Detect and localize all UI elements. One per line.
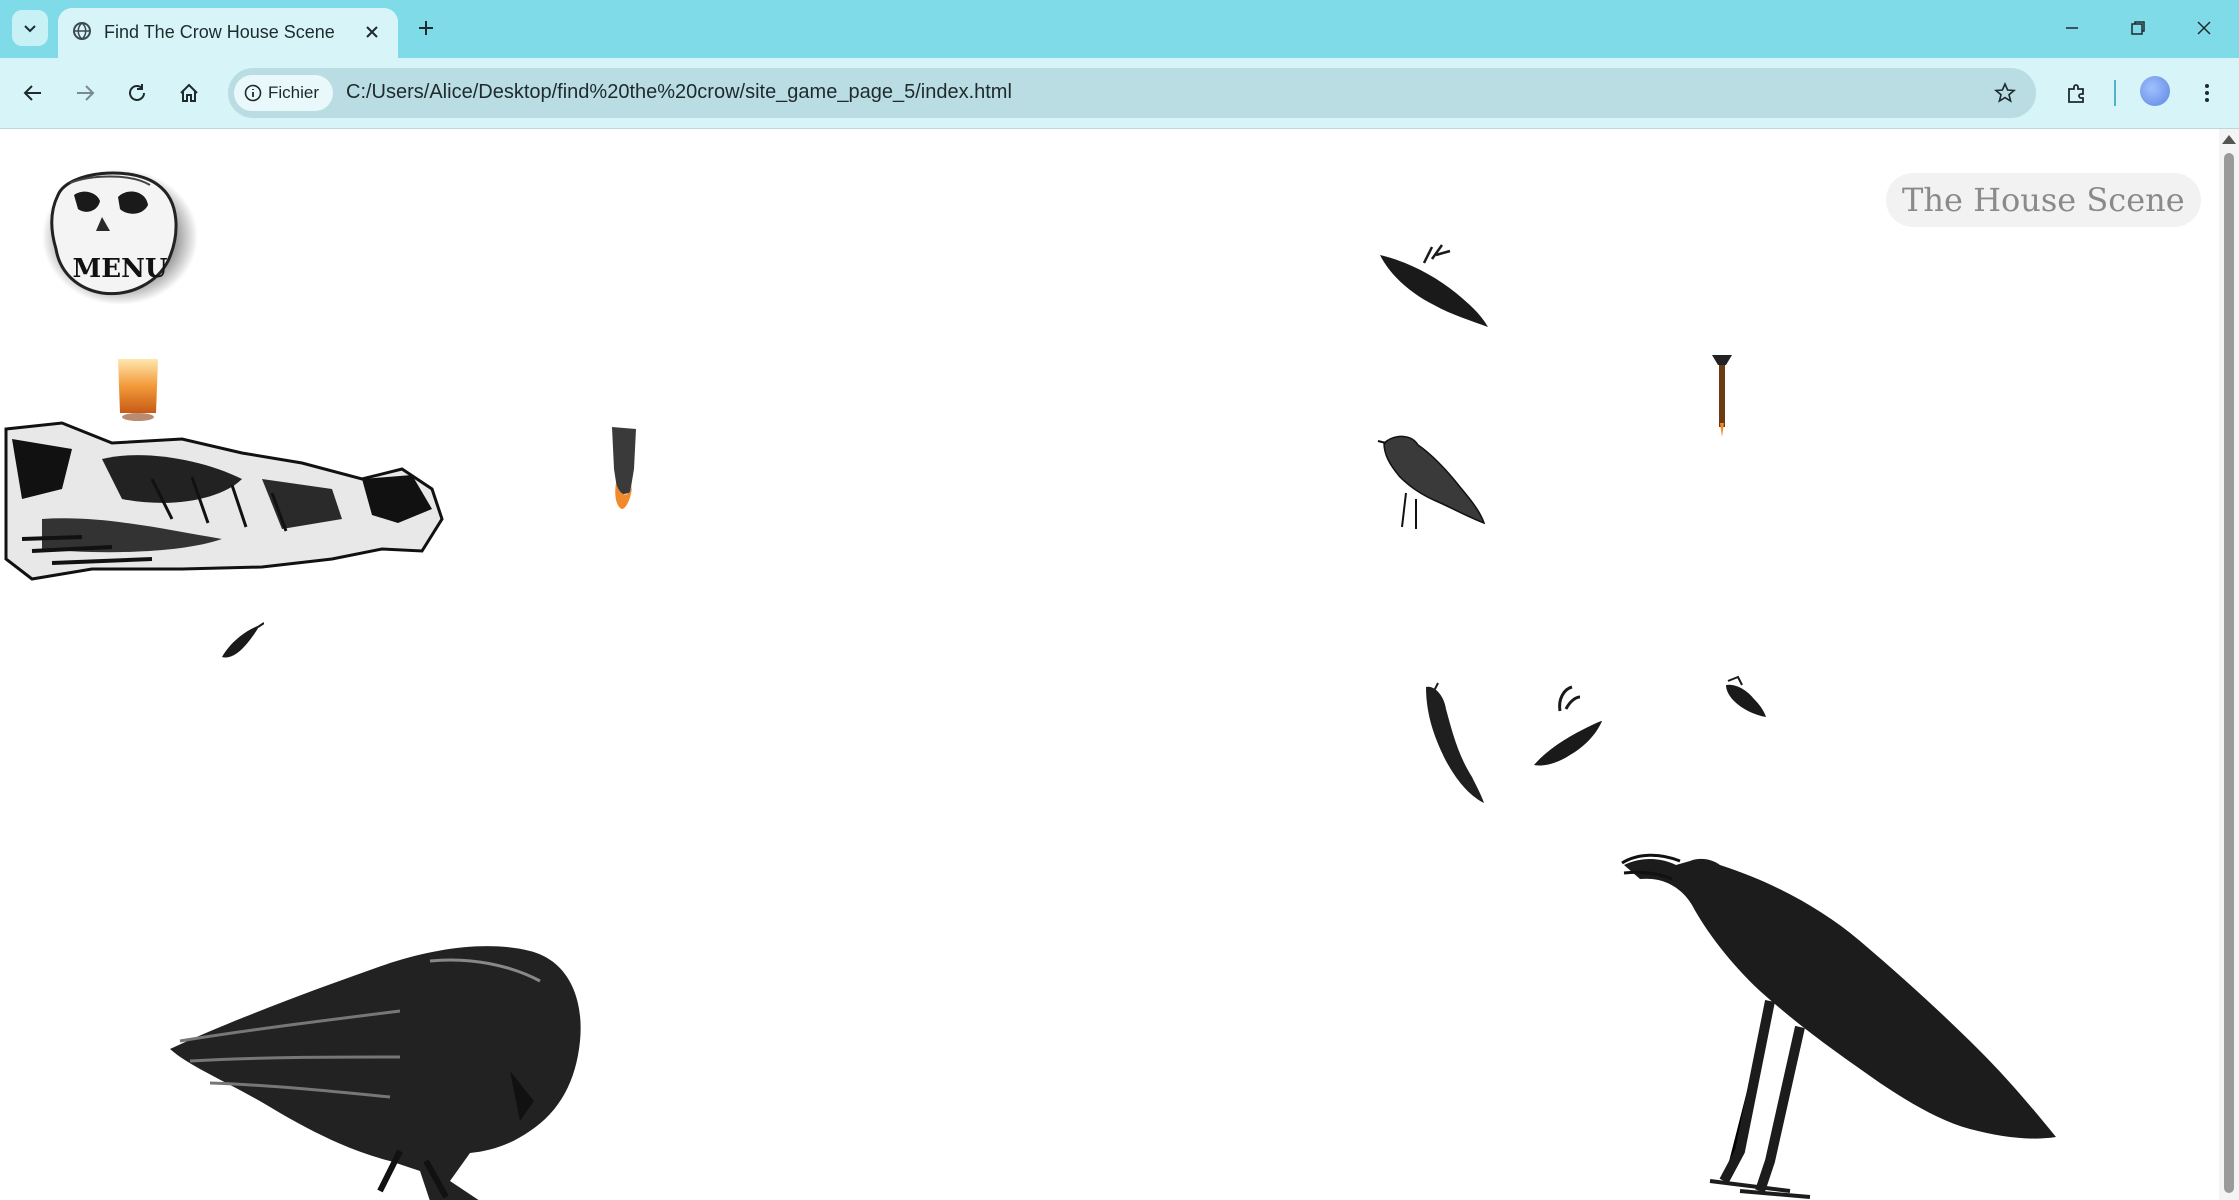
dragon-gargoyle — [2, 419, 452, 624]
browser-menu-button[interactable] — [2190, 76, 2224, 110]
restore-icon — [2131, 21, 2145, 35]
avatar[interactable] — [2140, 76, 2170, 106]
forward-button[interactable] — [68, 76, 102, 110]
reload-icon — [129, 84, 145, 101]
minimize-button[interactable] — [2052, 14, 2092, 42]
page-scrollbar[interactable] — [2219, 129, 2239, 1200]
restore-button[interactable] — [2118, 14, 2158, 42]
site-info-label: Fichier — [268, 83, 320, 102]
minimize-icon — [2066, 27, 2078, 29]
back-arrow-icon — [23, 85, 41, 101]
scene-title: The House Scene — [1886, 173, 2201, 227]
crow-sketch[interactable] — [1376, 429, 1486, 538]
globe-icon — [72, 21, 92, 46]
kebab-menu-icon — [2205, 84, 2209, 102]
crow-tilted[interactable] — [1530, 681, 1604, 774]
window-close-button[interactable] — [2184, 14, 2224, 42]
crow-tiny[interactable] — [1718, 675, 1768, 724]
address-bar[interactable]: Fichier C:/Users/Alice/Desktop/find%20th… — [228, 68, 2036, 118]
crow-large-cawing[interactable] — [1620, 851, 2060, 1200]
forward-arrow-icon — [77, 85, 95, 101]
crow-falling[interactable] — [1416, 681, 1488, 810]
crow-small[interactable] — [218, 621, 265, 668]
tab-active[interactable]: Find The Crow House Scene — [58, 8, 398, 58]
close-icon — [2197, 21, 2211, 35]
star-icon[interactable] — [1992, 80, 2018, 106]
extensions-button[interactable] — [2060, 76, 2094, 110]
home-button[interactable] — [172, 76, 206, 110]
crow-upside-down[interactable] — [1376, 241, 1492, 336]
tab-search-button[interactable] — [12, 10, 48, 46]
crow-large-pecking[interactable] — [150, 871, 590, 1200]
browser-toolbar: Fichier C:/Users/Alice/Desktop/find%20th… — [0, 58, 2239, 129]
menu-button[interactable]: MENU — [40, 165, 200, 305]
game-scene: MENU The House Scene — [0, 129, 2219, 1200]
torch-stick — [1708, 349, 1736, 444]
new-tab-button[interactable] — [412, 14, 440, 42]
close-icon[interactable] — [360, 20, 384, 44]
tab-strip: Find The Crow House Scene — [0, 0, 2239, 58]
url-text[interactable]: C:/Users/Alice/Desktop/find%20the%20crow… — [346, 81, 1012, 104]
tab-title: Find The Crow House Scene — [104, 22, 335, 42]
scroll-thumb[interactable] — [2224, 153, 2234, 1193]
chevron-down-icon — [24, 25, 36, 33]
toolbar-separator — [2114, 80, 2116, 106]
plus-icon — [419, 21, 433, 35]
home-icon — [180, 83, 198, 102]
scroll-up-arrow-icon[interactable] — [2222, 135, 2236, 144]
info-icon — [244, 84, 262, 102]
menu-label: MENU — [72, 254, 167, 284]
reload-button[interactable] — [120, 76, 154, 110]
burning-torch — [604, 423, 644, 518]
back-button[interactable] — [16, 76, 50, 110]
site-info-chip[interactable]: Fichier — [234, 75, 334, 111]
puzzle-icon — [2068, 84, 2084, 103]
